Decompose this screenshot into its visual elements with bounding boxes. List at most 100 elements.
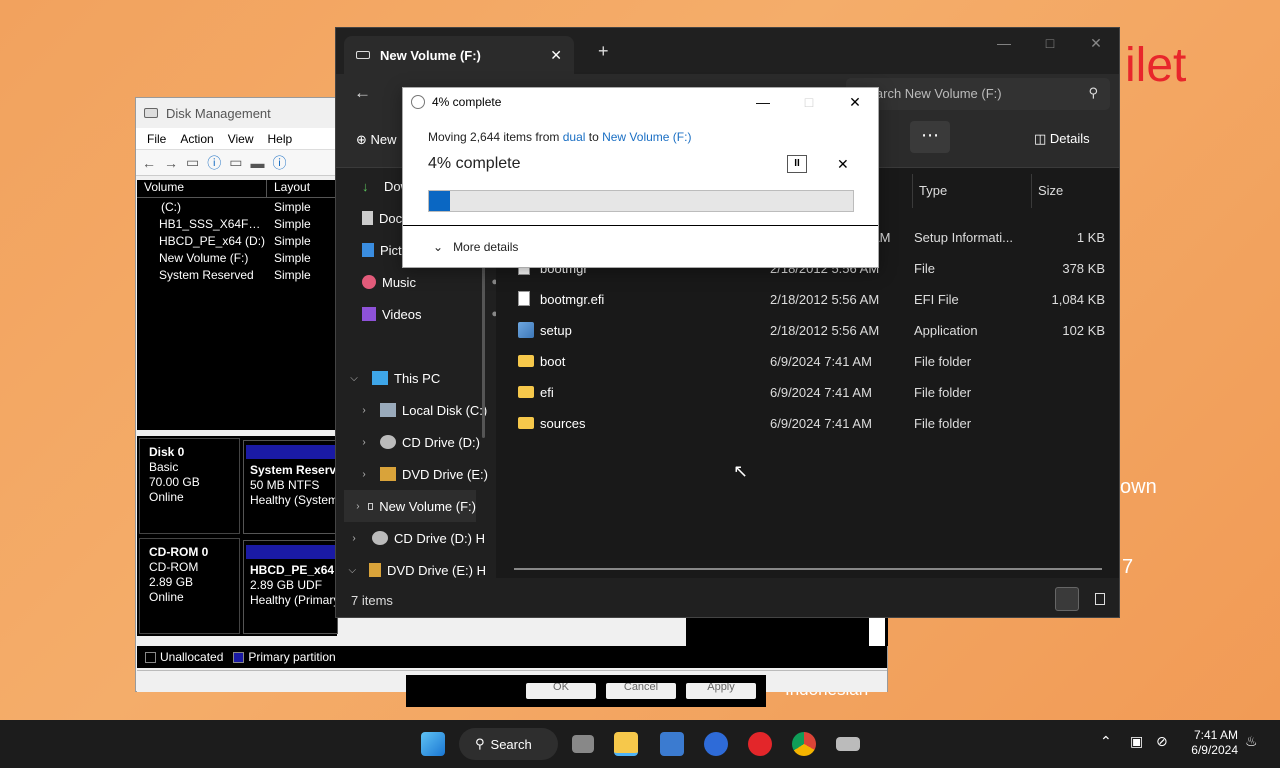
file-date: 6/9/2024 7:41 AM xyxy=(770,385,872,400)
column-layout[interactable]: Layout xyxy=(267,180,337,197)
horizontal-scrollbar[interactable] xyxy=(514,568,1102,570)
minimize-icon[interactable]: — xyxy=(740,88,786,116)
chevron-right-icon[interactable]: › xyxy=(356,501,360,512)
source-link[interactable]: dual xyxy=(563,130,586,144)
search-icon: ⚲ xyxy=(475,736,485,751)
tiles-view-toggle[interactable] xyxy=(1095,593,1105,605)
chevron-right-icon[interactable]: › xyxy=(356,437,372,448)
partition-system-reserved[interactable]: System Reserv 50 MB NTFS Healthy (System xyxy=(243,440,338,534)
new-button[interactable]: ⊕ New xyxy=(356,132,397,148)
column-type[interactable]: Type xyxy=(912,174,1030,208)
nav-item-cd-drive[interactable]: › CD Drive (D:) xyxy=(356,426,496,458)
clock[interactable]: 7:41 AM 6/9/2024 xyxy=(1178,728,1238,758)
details-button[interactable]: ◫ Details xyxy=(1034,131,1090,147)
network-icon[interactable]: ▣ xyxy=(1130,734,1143,749)
percent-complete-label: 4% complete xyxy=(428,155,521,172)
volume-row[interactable]: HBCD_PE_x64 (D:) Simple xyxy=(137,232,337,249)
volume-row[interactable]: New Volume (F:) Simple xyxy=(137,249,337,266)
moving-prefix: Moving 2,644 items from xyxy=(428,130,563,144)
nav-item-new-volume[interactable]: › New Volume (F:) xyxy=(344,490,476,522)
search-input[interactable]: Search New Volume (F:) ⚲ xyxy=(846,78,1110,110)
task-view-icon[interactable] xyxy=(572,735,594,753)
file-row[interactable]: bootmgr.efi 2/18/2012 5:56 AM EFI File 1… xyxy=(496,284,1119,315)
tab-new-volume[interactable]: New Volume (F:) ✕ xyxy=(344,36,574,74)
details-view-toggle[interactable] xyxy=(1055,587,1079,611)
file-row[interactable]: setup 2/18/2012 5:56 AM Application 102 … xyxy=(496,315,1119,346)
disk-0-info[interactable]: Disk 0 Basic 70.00 GB Online xyxy=(139,438,240,534)
menu-action[interactable]: Action xyxy=(173,132,220,146)
file-row[interactable]: efi 6/9/2024 7:41 AM File folder xyxy=(496,377,1119,408)
nav-item-videos[interactable]: Videos ● xyxy=(362,298,502,330)
partition-size: 50 MB NTFS xyxy=(250,478,320,492)
cancel-button[interactable]: Cancel xyxy=(606,683,676,699)
file-type: File xyxy=(914,261,935,276)
pause-button[interactable]: II xyxy=(787,155,807,173)
file-progress-dialog: 4% complete — □ ✕ Moving 2,644 items fro… xyxy=(402,87,879,268)
nav-item-dvd-drive[interactable]: › DVD Drive (E:) xyxy=(356,458,496,490)
item-count: 7 items xyxy=(351,593,393,608)
notification-bell-icon[interactable]: ♨ xyxy=(1245,734,1258,749)
column-volume[interactable]: Volume xyxy=(137,180,267,197)
close-icon[interactable]: ✕ xyxy=(832,88,878,116)
close-icon[interactable]: ✕ xyxy=(1073,28,1119,58)
nav-item-music[interactable]: Music ● xyxy=(362,266,502,298)
cancel-icon[interactable]: ✕ xyxy=(837,156,849,173)
maximize-icon[interactable]: □ xyxy=(786,88,832,116)
chevron-right-icon[interactable]: › xyxy=(356,469,372,480)
help-icon[interactable]: ⓘ xyxy=(207,153,221,173)
nav-item-dvd-drive-h[interactable]: ⌵ DVD Drive (E:) H xyxy=(346,554,486,586)
close-tab-icon[interactable]: ✕ xyxy=(550,47,562,64)
drive-icon[interactable]: ▬ xyxy=(250,155,264,171)
volume-row[interactable]: (C:) Simple xyxy=(137,198,337,215)
disk-management-taskbar-icon[interactable] xyxy=(660,732,684,756)
file-type: File folder xyxy=(914,416,972,431)
nav-item-this-pc[interactable]: ⌵ This PC xyxy=(346,362,486,394)
drive-taskbar-icon[interactable] xyxy=(836,737,860,751)
file-row[interactable]: boot 6/9/2024 7:41 AM File folder xyxy=(496,346,1119,377)
ok-button[interactable]: OK xyxy=(526,683,596,699)
more-options-icon[interactable]: ⋯ xyxy=(910,121,950,153)
new-tab-icon[interactable]: + xyxy=(598,41,609,62)
scrollbar[interactable] xyxy=(869,618,885,646)
start-icon[interactable] xyxy=(421,732,445,756)
partition-hbcd[interactable]: HBCD_PE_x64 ( 2.89 GB UDF Healthy (Prima… xyxy=(243,540,338,634)
chevron-down-icon[interactable]: ⌵ xyxy=(346,565,359,576)
file-date: 2/18/2012 5:56 AM xyxy=(770,323,880,338)
back-icon[interactable]: ← xyxy=(142,155,156,171)
taskbar-search[interactable]: ⚲ Search xyxy=(459,728,558,760)
file-row[interactable]: sources 6/9/2024 7:41 AM File folder xyxy=(496,408,1119,439)
nav-label: New Volume (F:) xyxy=(379,498,476,514)
column-size[interactable]: Size xyxy=(1031,174,1111,208)
chevron-up-icon[interactable]: ⌃ xyxy=(1100,734,1112,749)
info-icon[interactable]: ⓘ xyxy=(272,153,286,173)
apply-button[interactable]: Apply xyxy=(686,683,756,699)
volume-row[interactable]: HB1_SSS_X64FRE_... Simple xyxy=(137,215,337,232)
nav-label: DVD Drive (E:) H xyxy=(387,562,486,578)
back-arrow-icon[interactable]: ← xyxy=(354,83,371,103)
progress-fill xyxy=(429,191,451,211)
cdrom-0-info[interactable]: CD-ROM 0 CD-ROM 2.89 GB Online xyxy=(139,538,240,634)
panel2-icon[interactable]: ▭ xyxy=(229,154,242,171)
chevron-down-icon[interactable]: ⌵ xyxy=(346,373,362,384)
menu-help[interactable]: Help xyxy=(261,132,300,146)
file-explorer-taskbar-icon[interactable] xyxy=(614,732,638,756)
disk-status: Online xyxy=(149,590,184,604)
maximize-icon[interactable]: □ xyxy=(1027,28,1073,58)
browser-taskbar-icon[interactable] xyxy=(704,732,728,756)
chrome-icon[interactable] xyxy=(792,732,816,756)
nav-item-local-disk[interactable]: › Local Disk (C:) xyxy=(356,394,496,426)
destination-link[interactable]: New Volume (F:) xyxy=(602,130,691,144)
forward-icon[interactable]: → xyxy=(164,155,178,171)
more-details-toggle[interactable]: ⌄ More details xyxy=(433,240,518,254)
panel-icon[interactable]: ▭ xyxy=(186,154,199,171)
opera-icon[interactable] xyxy=(748,732,772,756)
chevron-right-icon[interactable]: › xyxy=(346,533,362,544)
volume-muted-icon[interactable]: ⊘ xyxy=(1156,734,1168,749)
chevron-right-icon[interactable]: › xyxy=(356,405,372,416)
menu-view[interactable]: View xyxy=(221,132,261,146)
dialog-title: 4% complete xyxy=(432,95,502,109)
volume-row[interactable]: System Reserved Simple xyxy=(137,266,337,283)
minimize-icon[interactable]: — xyxy=(981,28,1027,58)
nav-item-cd-drive-h[interactable]: › CD Drive (D:) H xyxy=(346,522,486,554)
menu-file[interactable]: File xyxy=(140,132,173,146)
